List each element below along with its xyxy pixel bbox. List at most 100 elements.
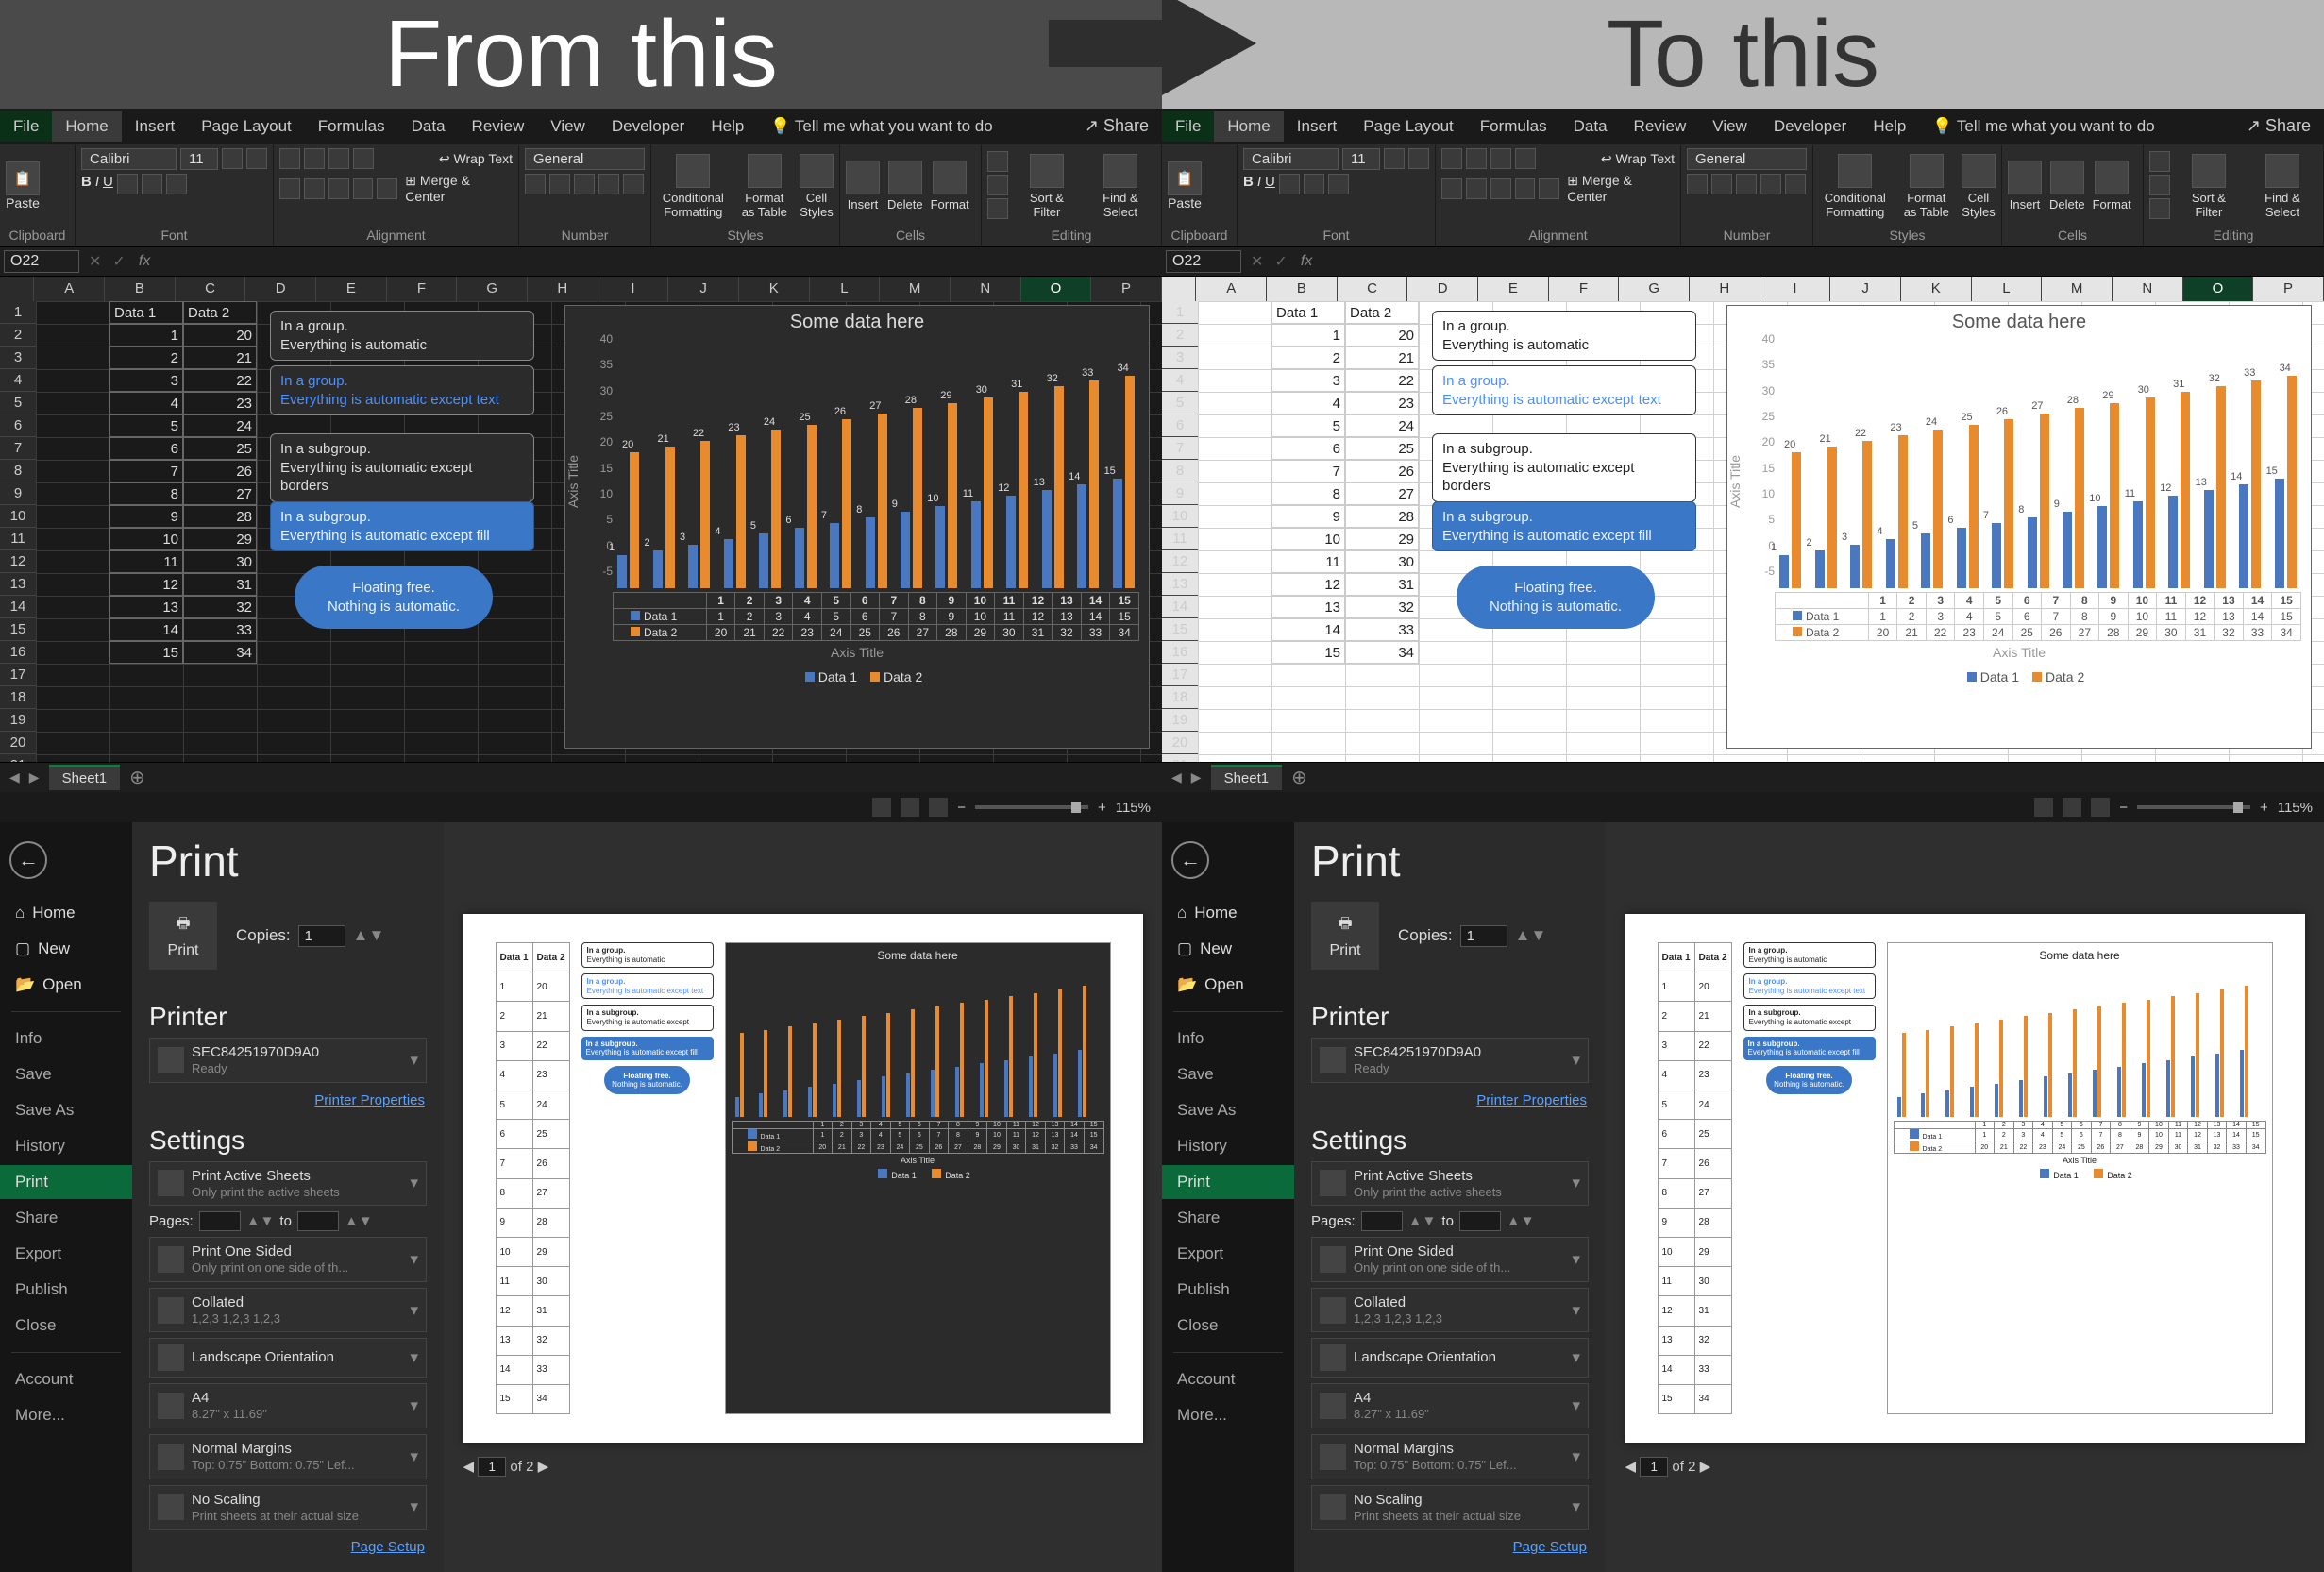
row-header[interactable]: 19	[1162, 709, 1198, 732]
cell[interactable]: 11	[1271, 550, 1345, 573]
cell[interactable]: 4	[109, 392, 183, 414]
print-button[interactable]: 🖶Print	[149, 902, 217, 970]
nav-save[interactable]: Save	[0, 1057, 132, 1091]
tab-developer[interactable]: Developer	[598, 111, 699, 142]
cell[interactable]: 3	[109, 369, 183, 392]
row-header[interactable]: 10	[0, 505, 36, 528]
underline-button[interactable]: U	[103, 174, 113, 194]
delete-cells-button[interactable]: Delete	[887, 161, 923, 211]
pages-to-input[interactable]	[1459, 1211, 1501, 1231]
cell[interactable]: 1	[109, 324, 183, 347]
tab-developer[interactable]: Developer	[1760, 111, 1861, 142]
nav-open[interactable]: 📂Open	[0, 968, 132, 1002]
row-header[interactable]: 12	[1162, 550, 1198, 573]
cell[interactable]: 22	[183, 369, 257, 392]
percent-icon[interactable]	[549, 174, 570, 194]
back-button[interactable]: ←	[9, 841, 47, 879]
row-header[interactable]: 16	[0, 641, 36, 664]
currency-icon[interactable]	[525, 174, 546, 194]
row-header[interactable]: 11	[1162, 528, 1198, 550]
pages-from-input[interactable]	[1361, 1211, 1403, 1231]
next-page-button[interactable]: ▶	[538, 1459, 549, 1475]
tab-formulas[interactable]: Formulas	[305, 111, 398, 142]
cell[interactable]: 31	[1345, 573, 1419, 596]
cell[interactable]: 6	[1271, 437, 1345, 460]
nav-close[interactable]: Close	[1162, 1309, 1294, 1343]
fill-icon[interactable]	[987, 175, 1008, 195]
cell[interactable]: 20	[183, 324, 257, 347]
cell[interactable]: 2	[1271, 347, 1345, 369]
page-setup-link[interactable]: Page Setup	[1311, 1535, 1589, 1559]
prev-page-button[interactable]: ◀	[1625, 1459, 1637, 1475]
increase-font-icon[interactable]	[222, 148, 243, 169]
italic-button[interactable]: I	[95, 174, 99, 194]
format-as-table-button[interactable]: Format as Table	[739, 154, 790, 219]
tab-review[interactable]: Review	[1621, 111, 1700, 142]
cell[interactable]: 25	[183, 437, 257, 460]
row-header[interactable]: 20	[1162, 732, 1198, 754]
row-header[interactable]: 6	[1162, 414, 1198, 437]
page-layout-view-icon[interactable]	[901, 798, 919, 817]
copies-input[interactable]	[1460, 925, 1507, 947]
tab-review[interactable]: Review	[459, 111, 538, 142]
setting-scaling[interactable]: No ScalingPrint sheets at their actual s…	[149, 1485, 427, 1530]
setting-one_sided[interactable]: Print One SidedOnly print on one side of…	[1311, 1237, 1589, 1282]
cell[interactable]: 10	[1271, 528, 1345, 550]
col-header[interactable]: O	[1021, 277, 1092, 301]
spinner-icon[interactable]: ▲▼	[1515, 926, 1547, 945]
font-name-dropdown[interactable]: Calibri	[1243, 148, 1339, 170]
clear-icon[interactable]	[987, 198, 1008, 219]
prev-page-button[interactable]: ◀	[463, 1459, 475, 1475]
nav-history[interactable]: History	[0, 1129, 132, 1163]
cell[interactable]: 5	[1271, 414, 1345, 437]
setting-one_sided[interactable]: Print One SidedOnly print on one side of…	[149, 1237, 427, 1282]
tab-help[interactable]: Help	[1860, 111, 1919, 142]
paste-icon[interactable]: 📋	[6, 161, 40, 195]
fx-icon[interactable]: fx	[1293, 253, 1320, 270]
format-cells-button[interactable]: Format	[931, 161, 969, 211]
cell[interactable]: 27	[1345, 482, 1419, 505]
cell[interactable]: 6	[109, 437, 183, 460]
col-header[interactable]: N	[951, 277, 1021, 301]
fill-color-icon[interactable]	[142, 174, 162, 194]
cell[interactable]: 13	[1271, 596, 1345, 618]
name-box[interactable]: O22	[4, 250, 79, 273]
row-header[interactable]: 18	[1162, 686, 1198, 709]
cell[interactable]: 8	[1271, 482, 1345, 505]
font-name-dropdown[interactable]: Calibri	[81, 148, 177, 170]
cell[interactable]: 29	[1345, 528, 1419, 550]
cell[interactable]: 24	[183, 414, 257, 437]
nav-info[interactable]: Info	[0, 1022, 132, 1056]
row-header[interactable]: 8	[1162, 460, 1198, 482]
row-header[interactable]: 7	[1162, 437, 1198, 460]
cell[interactable]: 12	[109, 573, 183, 596]
zoom-in-button[interactable]: +	[1098, 800, 1106, 816]
row-header[interactable]: 13	[0, 573, 36, 596]
tab-file[interactable]: File	[0, 111, 52, 142]
font-size-dropdown[interactable]: 11	[180, 148, 218, 170]
tab-formulas[interactable]: Formulas	[1467, 111, 1560, 142]
setting-paper[interactable]: A48.27" x 11.69"▾	[1311, 1383, 1589, 1428]
printer-properties-link[interactable]: Printer Properties	[149, 1089, 427, 1112]
nav-print[interactable]: Print	[0, 1165, 132, 1199]
embedded-chart[interactable]: Some data hereAxis Title-505101520253035…	[564, 305, 1150, 749]
tab-page-layout[interactable]: Page Layout	[188, 111, 304, 142]
col-header[interactable]: G	[1619, 277, 1690, 301]
cell[interactable]: 28	[1345, 505, 1419, 528]
nav-publish[interactable]: Publish	[0, 1273, 132, 1307]
setting-active_sheets[interactable]: Print Active SheetsOnly print the active…	[1311, 1161, 1589, 1207]
cancel-formula-icon[interactable]: ✕	[83, 252, 107, 271]
row-header[interactable]: 18	[0, 686, 36, 709]
cell[interactable]: 14	[109, 618, 183, 641]
paste-icon[interactable]: 📋	[1168, 161, 1202, 195]
cell[interactable]: 30	[1345, 550, 1419, 573]
cell[interactable]: 29	[183, 528, 257, 550]
sheet-tab[interactable]: Sheet1	[1211, 765, 1283, 790]
sheet-tab[interactable]: Sheet1	[49, 765, 121, 790]
textbox-shape[interactable]: In a subgroup.Everything is automatic ex…	[270, 433, 534, 502]
cell[interactable]: 34	[183, 641, 257, 664]
data-header[interactable]: Data 1	[109, 301, 183, 324]
autosum-icon[interactable]	[987, 151, 1008, 172]
cell[interactable]: 25	[1345, 437, 1419, 460]
col-header[interactable]: C	[176, 277, 246, 301]
